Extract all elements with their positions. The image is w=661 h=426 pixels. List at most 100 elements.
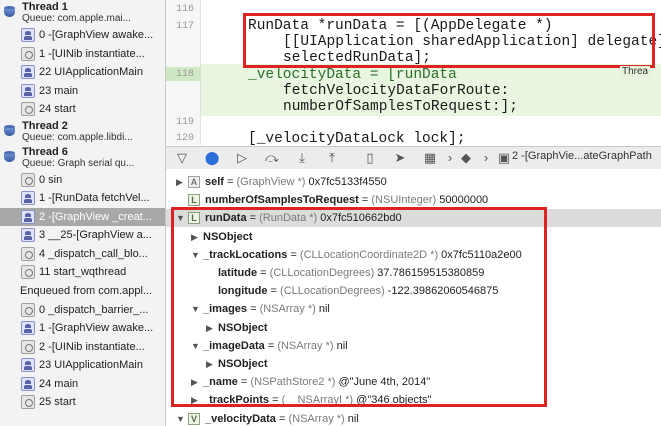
code-line-118a: _velocityData = [runData xyxy=(248,67,457,83)
stack-frame[interactable]: 23 main xyxy=(0,82,165,100)
debug-bar: ▽ ⬤ ▷ ⤼ ⤓ ⤒ ▯ ➤ ▦ › ◆ › ▣ 2 -[GraphVie..… xyxy=(166,146,661,170)
variable-equals: = xyxy=(358,194,372,207)
step-out-icon[interactable]: ⤒ xyxy=(324,150,340,166)
view-debugger-icon[interactable]: ▯ xyxy=(362,150,378,166)
stack-frame[interactable]: 1 -[RunData fetchVel... xyxy=(0,189,165,207)
variable-value: nil xyxy=(347,412,359,425)
line-number: 119 xyxy=(175,117,194,128)
stack-frame-label: 11 start_wqthread xyxy=(39,266,127,278)
variable-type: (NSUInteger) xyxy=(371,194,437,207)
process-icon[interactable]: ◆ xyxy=(458,150,474,166)
variable-equals: = xyxy=(223,176,237,188)
stack-frame[interactable]: 22 UIApplicationMain xyxy=(0,63,165,81)
stack-frame-label: 1 -[GraphView awake... xyxy=(39,322,154,334)
stack-frame-label: 0 _dispatch_barrier_... xyxy=(39,303,149,316)
stack-frame-label: 23 main xyxy=(39,84,79,97)
stack-frame-label: 1 -[RunData fetchVel... xyxy=(39,192,150,204)
stack-frame[interactable]: 1 -[UINib instantiate... xyxy=(0,45,165,63)
stack-frame-label: 4 _dispatch_call_blo... xyxy=(39,247,148,260)
enqueued-label: Enqueued from com.appl... xyxy=(20,284,153,297)
stack-frame-label: 2 -[UINib instantiate... xyxy=(39,340,145,353)
thread-header[interactable]: Thread 2 Queue: com.apple.libdi... xyxy=(0,119,165,145)
variable-value: 0x7fc5133f4550 xyxy=(308,176,387,188)
system-frame-icon xyxy=(21,265,35,279)
stack-frame-label: 23 UIApplicationMain xyxy=(39,359,143,371)
stack-frame[interactable]: 24 start xyxy=(0,100,165,118)
variable-name: self xyxy=(205,176,224,188)
stack-frame[interactable]: 1 -[GraphView awake... xyxy=(0,319,165,337)
frame-icon[interactable]: ▣ xyxy=(496,150,512,166)
chevron-right-icon: › xyxy=(447,150,453,165)
stack-frame[interactable]: 0 sin xyxy=(0,171,165,189)
thread-queue: Queue: com.apple.mai... xyxy=(22,13,131,24)
stack-frame-label: 22 UIApplicationMain xyxy=(39,66,143,78)
stack-frame[interactable]: 24 main xyxy=(0,375,165,393)
user-frame-icon xyxy=(21,376,35,391)
variable-row[interactable]: ▶ Aself = (GraphView *) 0x7fc5133f4550 xyxy=(166,173,661,191)
continue-icon[interactable]: ▷ xyxy=(234,150,250,166)
system-frame-icon xyxy=(21,395,35,409)
variable-name: _velocityData xyxy=(205,412,276,425)
stack-frame-label: 0 -[GraphView awake... xyxy=(39,29,154,41)
thread-icon xyxy=(3,5,17,19)
thread-selector-icon[interactable]: ▦ xyxy=(422,150,438,166)
disclosure-collapsed-icon[interactable]: ▶ xyxy=(176,173,186,191)
system-frame-icon xyxy=(21,46,35,61)
stack-frame[interactable]: 0 -[GraphView awake... xyxy=(0,26,165,44)
user-frame-icon xyxy=(21,209,35,224)
thread-tag: Threa xyxy=(620,66,651,77)
stack-frame[interactable]: 23 UIApplicationMain xyxy=(0,356,165,374)
variable-type: (GraphView *) xyxy=(236,176,306,188)
variable-kind-icon: V xyxy=(188,412,200,425)
system-frame-icon xyxy=(21,102,35,116)
code-line-118c: numberOfSamplesToRequest:]; xyxy=(283,99,518,115)
line-number-gutter: 116 117 118 119 120 xyxy=(166,0,213,145)
breakpoints-toggle-icon[interactable]: ⬤ xyxy=(204,150,220,166)
thread-header[interactable]: Thread 6 Queue: Graph serial qu... xyxy=(0,145,165,171)
thread-icon xyxy=(3,150,17,164)
variable-row[interactable]: ▼ V _velocityData = (NSArray *) nil xyxy=(166,410,661,426)
stack-frame-label: 1 -[UINib instantiate... xyxy=(39,47,145,60)
xcode-debugger-window: Thread 1 Queue: com.apple.mai... 0 -[Graph… xyxy=(0,0,661,426)
hide-debug-area-icon[interactable]: ▽ xyxy=(174,150,190,166)
user-frame-icon xyxy=(21,191,35,205)
user-frame-icon xyxy=(21,321,35,335)
variable-text: self = (GraphView *) 0x7fc5133f4550 xyxy=(205,173,387,191)
stack-frame[interactable]: 25 start xyxy=(0,393,165,411)
stack-frame-label: 3 __25-[GraphView a... xyxy=(39,229,152,241)
user-frame-icon xyxy=(21,358,35,372)
stack-frame-label: 24 start xyxy=(39,103,76,115)
stack-frame-label: 25 start xyxy=(39,396,76,408)
stack-frame[interactable]: 2 -[GraphView _creat... xyxy=(0,207,165,226)
line-number: 117 xyxy=(175,21,194,32)
frame-breadcrumb[interactable]: 2 -[GraphVie...ateGraphPath xyxy=(512,150,652,162)
highlight-box-variables xyxy=(171,207,547,407)
code-line-118b: fetchVelocityDataForRoute: xyxy=(283,83,510,99)
disclosure-expanded-icon[interactable]: ▼ xyxy=(176,410,186,426)
step-over-icon[interactable]: ⤼ xyxy=(264,150,280,166)
variable-kind-icon: L xyxy=(188,194,200,207)
stack-frame[interactable]: 2 -[UINib instantiate... xyxy=(0,338,165,356)
variable-type: (NSArray *) xyxy=(288,412,345,425)
variable-name: numberOfSamplesToRequest xyxy=(205,194,359,207)
line-number: 120 xyxy=(175,133,194,144)
location-icon[interactable]: ➤ xyxy=(392,150,408,166)
stack-frame[interactable]: 3 __25-[GraphView a... xyxy=(0,226,165,244)
thread-header[interactable]: Thread 1 Queue: com.apple.mai... xyxy=(0,0,165,26)
line-number: 118 xyxy=(175,69,194,80)
thread-queue: Queue: com.apple.libdi... xyxy=(22,131,133,143)
step-into-icon[interactable]: ⤓ xyxy=(294,150,310,166)
enqueued-header: Enqueued from com.appl... xyxy=(0,282,165,300)
user-frame-icon xyxy=(21,83,35,98)
stack-frame[interactable]: 4 _dispatch_call_blo... xyxy=(0,245,165,263)
variable-kind-icon: A xyxy=(188,176,200,188)
code-line-120: [_velocityDataLock lock]; xyxy=(248,131,466,145)
system-frame-icon xyxy=(21,246,35,261)
variable-equals: = xyxy=(275,412,289,425)
stack-frame[interactable]: 0 _dispatch_barrier_... xyxy=(0,301,165,319)
thread-icon xyxy=(3,124,17,138)
stack-frame[interactable]: 11 start_wqthread xyxy=(0,263,165,281)
line-number: 116 xyxy=(175,4,194,15)
highlight-box-code xyxy=(243,13,655,68)
variable-value: 50000000 xyxy=(439,194,489,207)
